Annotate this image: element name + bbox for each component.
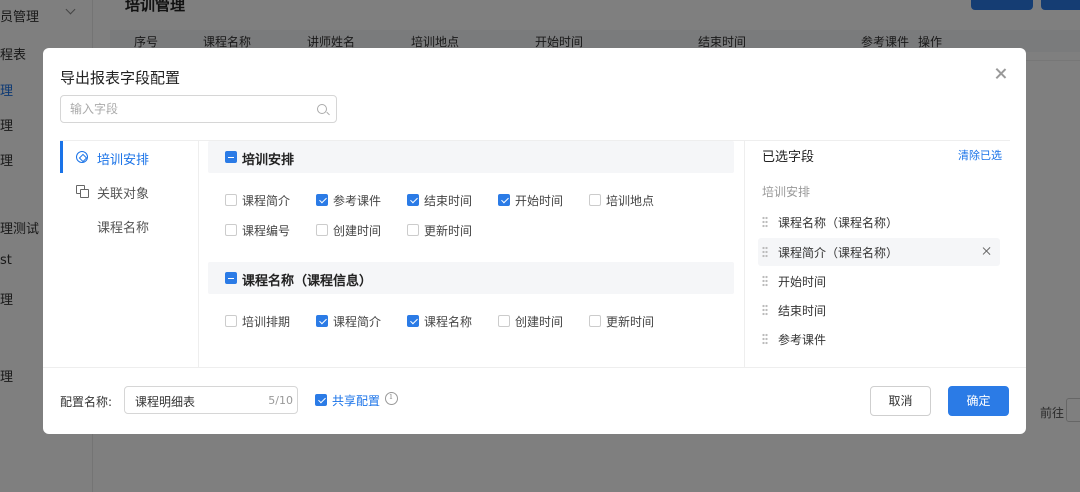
selected-item-label: 结束时间 xyxy=(778,304,827,318)
checkbox[interactable] xyxy=(316,315,328,327)
close-icon[interactable] xyxy=(980,244,994,258)
search-icon[interactable] xyxy=(317,104,327,114)
selected-item[interactable]: 课程简介（课程名称） xyxy=(758,238,1000,266)
config-name-input[interactable] xyxy=(135,392,255,410)
nav-item-related[interactable]: 关联对象 xyxy=(60,175,198,207)
field-label: 培训排期 xyxy=(242,315,291,329)
checkbox[interactable] xyxy=(498,315,510,327)
field-label: 参考课件 xyxy=(333,194,382,208)
confirm-button[interactable]: 确定 xyxy=(948,386,1009,416)
selected-item-label: 开始时间 xyxy=(778,275,827,289)
selected-fields-title: 已选字段 xyxy=(762,150,815,165)
config-name-label: 配置名称: xyxy=(60,395,113,409)
field-label: 更新时间 xyxy=(424,224,473,238)
field-label: 结束时间 xyxy=(424,194,473,208)
drag-handle-icon[interactable] xyxy=(762,246,768,258)
field-label: 课程编号 xyxy=(242,224,291,238)
selected-item[interactable]: 参考课件 xyxy=(758,325,1000,353)
field-label: 创建时间 xyxy=(515,315,564,329)
nav-item-label: 培训安排 xyxy=(97,153,150,168)
selected-item-label: 参考课件 xyxy=(778,333,827,347)
selected-item[interactable]: 课程名称（课程名称） xyxy=(758,208,1000,236)
nav-item-course[interactable]: 课程名称 xyxy=(60,209,198,241)
nav-item-label: 课程名称 xyxy=(97,221,150,236)
field-label: 课程简介 xyxy=(333,315,382,329)
group-header-course-info: 课程名称（课程信息） xyxy=(208,262,734,294)
char-count: 5/10 xyxy=(268,394,293,407)
divider xyxy=(43,367,1026,368)
field-label: 课程简介 xyxy=(242,194,291,208)
drag-handle-icon[interactable] xyxy=(762,216,768,228)
checkbox[interactable] xyxy=(316,224,328,236)
checkbox[interactable] xyxy=(589,315,601,327)
selected-item-label: 课程名称（课程名称） xyxy=(778,216,899,230)
field-label: 更新时间 xyxy=(606,315,655,329)
selected-item[interactable]: 结束时间 xyxy=(758,296,1000,324)
group-label: 课程名称（课程信息） xyxy=(242,274,373,289)
export-config-dialog: 导出报表字段配置 培训安排 关联对象 课程名称 培训安排 课程简介 参考课件 结… xyxy=(43,48,1026,434)
search-input[interactable] xyxy=(70,100,310,118)
divider xyxy=(744,141,745,367)
field-label: 创建时间 xyxy=(333,224,382,238)
group-header-training: 培训安排 xyxy=(208,141,734,173)
field-search xyxy=(60,95,337,123)
checkbox[interactable] xyxy=(589,194,601,206)
info-icon[interactable] xyxy=(385,392,398,405)
checkbox[interactable] xyxy=(225,315,237,327)
nav-item-training[interactable]: 培训安排 xyxy=(60,141,198,173)
field-label: 培训地点 xyxy=(606,194,655,208)
selected-item-label: 课程简介（课程名称） xyxy=(778,246,899,260)
link-icon xyxy=(76,185,89,198)
group-checkbox[interactable] xyxy=(225,272,237,284)
cube-icon xyxy=(76,151,88,163)
group-checkbox[interactable] xyxy=(225,151,237,163)
nav-item-label: 关联对象 xyxy=(97,187,150,202)
drag-handle-icon[interactable] xyxy=(762,333,768,345)
checkbox[interactable] xyxy=(407,194,419,206)
checkbox[interactable] xyxy=(225,194,237,206)
config-name-field: 5/10 xyxy=(124,386,298,414)
group-label: 培训安排 xyxy=(242,153,295,168)
checkbox[interactable] xyxy=(315,394,327,406)
selected-group-label: 培训安排 xyxy=(762,185,811,199)
dialog-title: 导出报表字段配置 xyxy=(60,69,181,87)
field-label: 课程名称 xyxy=(424,315,473,329)
share-config-label: 共享配置 xyxy=(332,394,381,408)
cancel-button[interactable]: 取消 xyxy=(870,386,931,416)
close-icon[interactable] xyxy=(994,67,1008,81)
drag-handle-icon[interactable] xyxy=(762,275,768,287)
field-label: 开始时间 xyxy=(515,194,564,208)
checkbox[interactable] xyxy=(316,194,328,206)
category-nav: 培训安排 关联对象 课程名称 xyxy=(60,141,199,367)
selected-item[interactable]: 开始时间 xyxy=(758,267,1000,295)
clear-selected-link[interactable]: 清除已选 xyxy=(958,147,1002,163)
checkbox[interactable] xyxy=(225,224,237,236)
checkbox[interactable] xyxy=(498,194,510,206)
checkbox[interactable] xyxy=(407,224,419,236)
drag-handle-icon[interactable] xyxy=(762,304,768,316)
checkbox[interactable] xyxy=(407,315,419,327)
